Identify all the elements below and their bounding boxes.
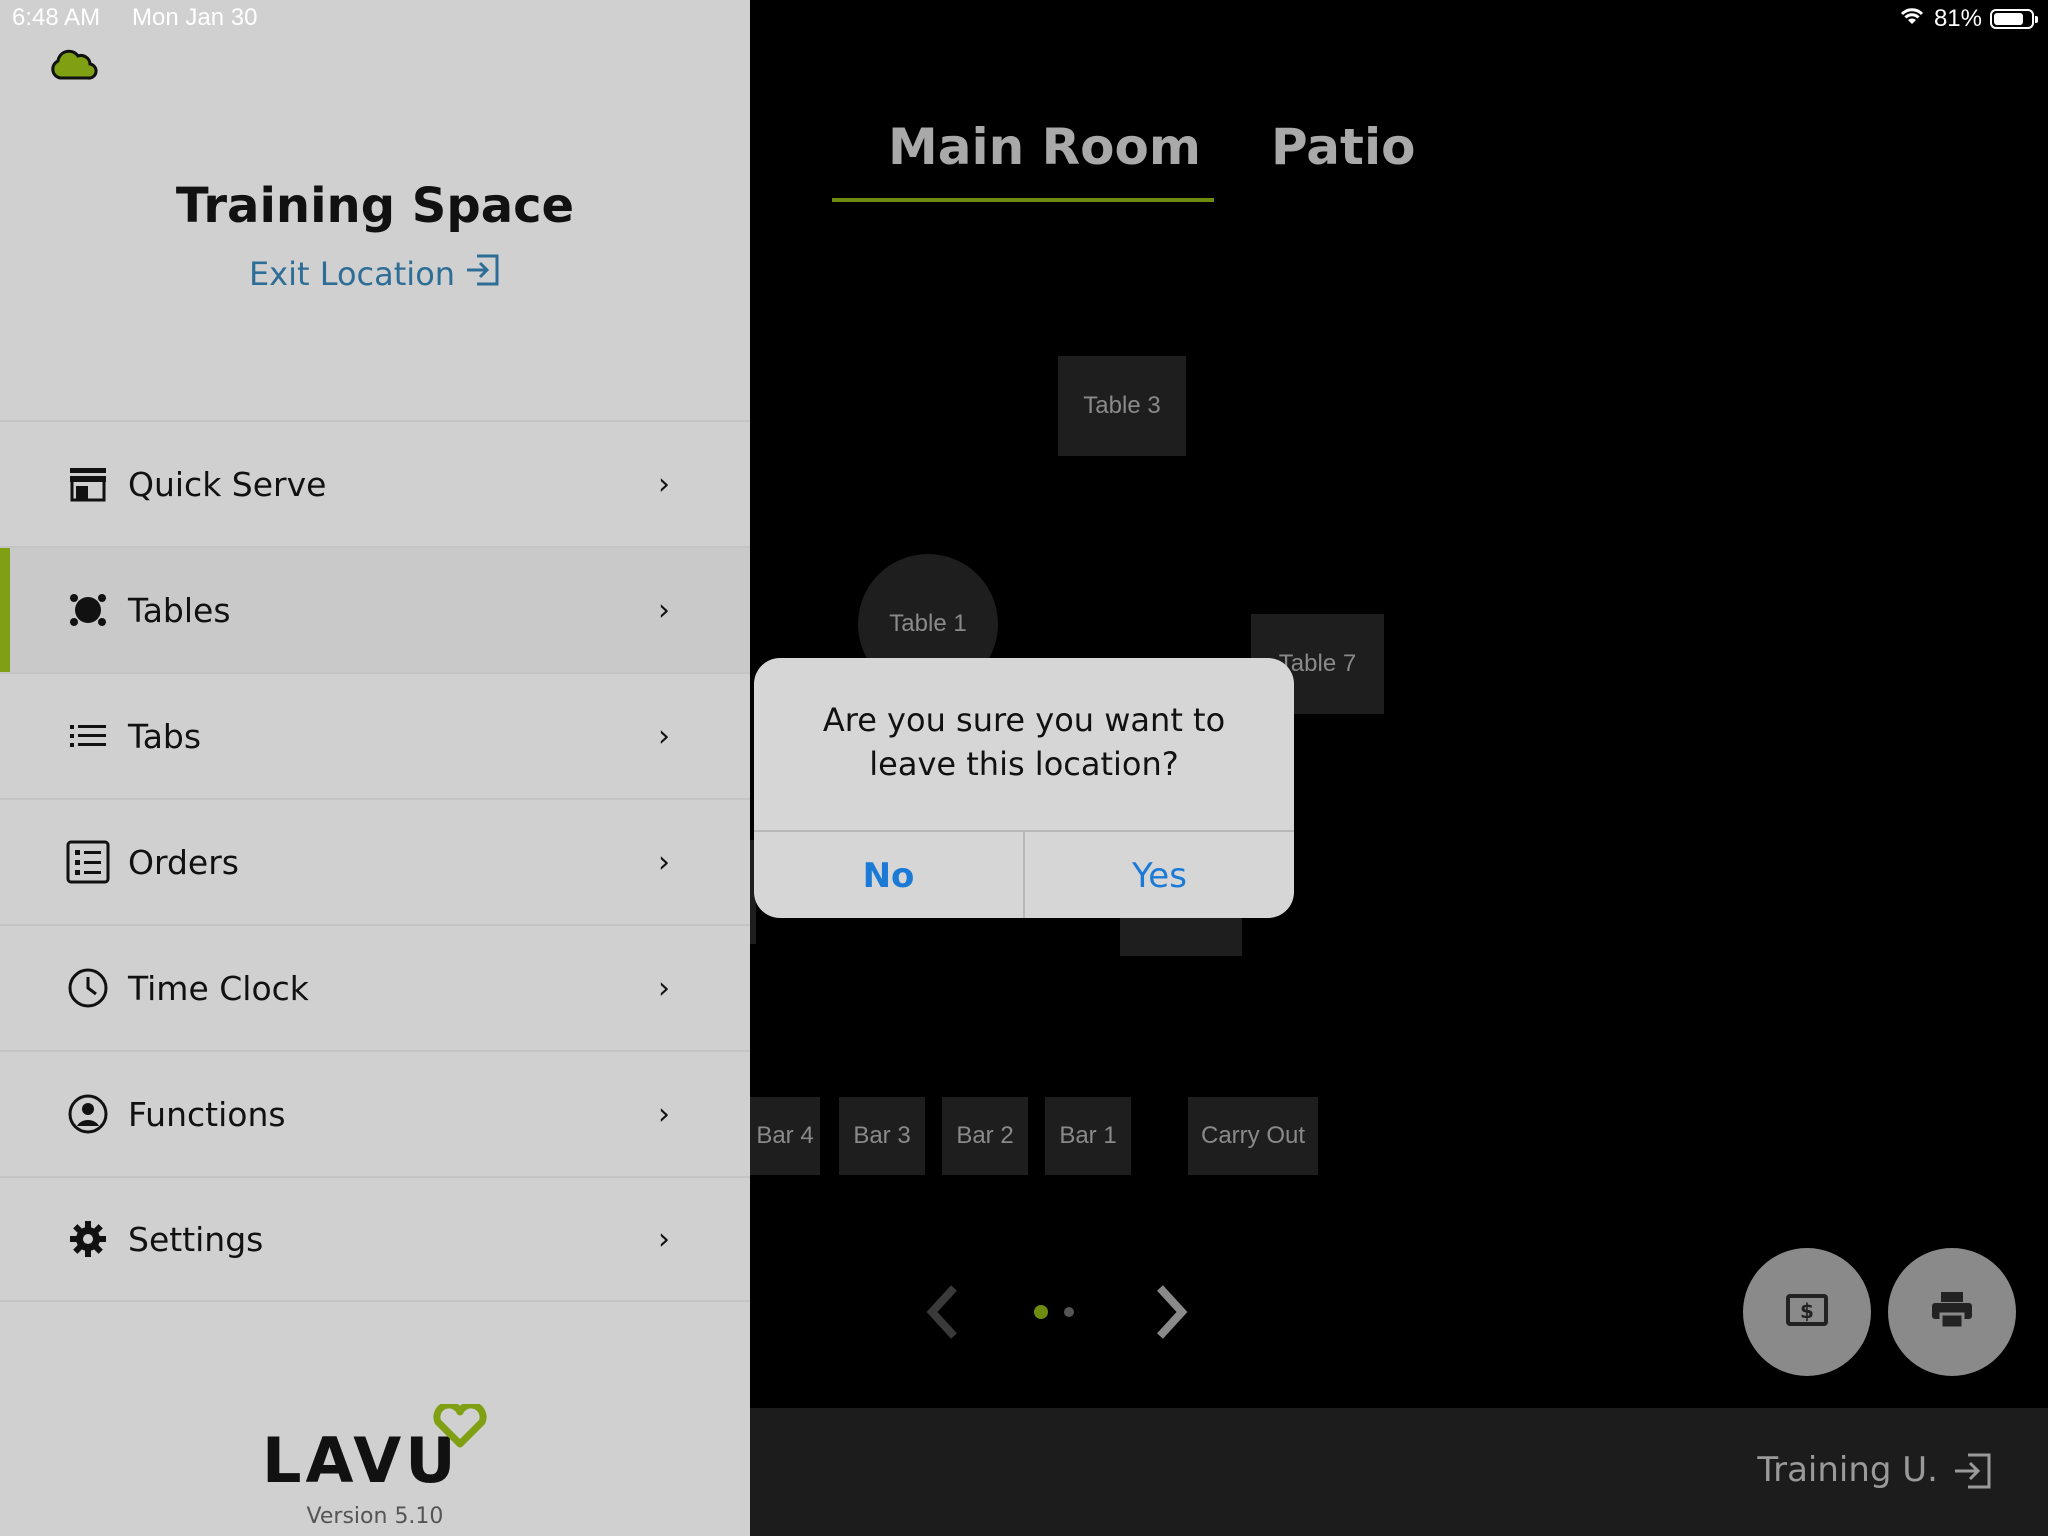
sidebar-item-label: Orders [128, 842, 239, 882]
confirm-dialog: Are you sure you want to leave this loca… [754, 658, 1294, 918]
no-button[interactable]: No [754, 832, 1025, 918]
chevron-right-icon: › [658, 592, 670, 628]
battery-icon [1990, 8, 2038, 29]
sidebar-item-label: Settings [128, 1219, 264, 1259]
bar-2[interactable]: Bar 2 [942, 1097, 1028, 1175]
sidebar-item-time-clock[interactable]: Time Clock › [0, 924, 750, 1050]
svg-text:$: $ [1800, 1299, 1814, 1323]
pager-dot [1064, 1307, 1074, 1317]
bar-4[interactable]: Bar 4 [750, 1097, 820, 1175]
status-time: 6:48 AM [12, 4, 101, 31]
clock-icon [66, 966, 110, 1010]
sidebar-item-label: Functions [128, 1094, 286, 1134]
sidebar-item-label: Tables [128, 590, 231, 630]
sidebar-item-tabs[interactable]: Tabs › [0, 672, 750, 798]
location-title: Training Space [175, 178, 575, 234]
chevron-right-icon: › [658, 466, 670, 502]
user-circle-icon [66, 1092, 110, 1136]
pager-dot-active [1034, 1305, 1048, 1319]
table-3[interactable]: Table 3 [1058, 356, 1186, 456]
status-right: 81% [1898, 4, 2038, 33]
logo-text: LAVU [262, 1424, 460, 1486]
tab-main-room[interactable]: Main Room [888, 118, 1201, 176]
sidebar-item-quick-serve[interactable]: Quick Serve › [0, 420, 750, 546]
current-user[interactable]: Training U. [1757, 1450, 1938, 1490]
sidebar-item-label: Quick Serve [128, 464, 327, 504]
battery-percent: 81% [1933, 4, 1982, 32]
wifi-icon [1898, 4, 1926, 33]
printer-icon [1930, 1290, 1974, 1334]
chevron-right-icon: › [658, 718, 670, 754]
chevron-right-icon: › [658, 970, 670, 1006]
chevron-left-icon[interactable] [920, 1282, 964, 1346]
chevron-right-icon: › [658, 844, 670, 880]
logout-icon[interactable] [1952, 1452, 1992, 1494]
sidebar-item-functions[interactable]: Functions › [0, 1050, 750, 1176]
dialog-message: Are you sure you want to leave this loca… [822, 701, 1226, 783]
yes-button[interactable]: Yes [1025, 832, 1294, 918]
tables-icon [66, 588, 110, 632]
cloud-icon[interactable] [48, 48, 98, 86]
lavu-logo: LAVU [262, 1401, 492, 1497]
print-button[interactable] [1888, 1248, 2016, 1376]
list-icon [66, 714, 110, 758]
sidebar-item-settings[interactable]: Settings › [0, 1176, 750, 1302]
carry-out[interactable]: Carry Out [1188, 1097, 1318, 1175]
gear-icon [66, 1217, 110, 1261]
chevron-right-icon: › [658, 1096, 670, 1132]
exit-location-label: Exit Location [248, 255, 456, 293]
app-version: Version 5.10 [306, 1504, 444, 1529]
sidebar-item-label: Time Clock [128, 968, 309, 1008]
sidebar-item-orders[interactable]: Orders › [0, 798, 750, 924]
bar-1[interactable]: Bar 1 [1045, 1097, 1131, 1175]
store-icon [66, 462, 110, 506]
orders-icon [66, 840, 110, 884]
sidebar-item-label: Tabs [128, 716, 202, 756]
status-date: Mon Jan 30 [132, 4, 258, 31]
bar-3[interactable]: Bar 3 [839, 1097, 925, 1175]
sidebar-item-tables[interactable]: Tables › [0, 546, 750, 672]
chevron-right-icon[interactable] [1150, 1282, 1194, 1346]
exit-location-link[interactable]: Exit Location [0, 252, 750, 296]
active-tab-indicator [832, 198, 1214, 202]
dialog-buttons: No Yes [754, 830, 1294, 918]
chevron-right-icon: › [658, 1221, 670, 1257]
cash-icon: $ [1785, 1293, 1829, 1331]
sidebar-menu: Quick Serve › Tables › Tabs › Orders › T… [0, 420, 750, 1302]
cash-drawer-button[interactable]: $ [1743, 1248, 1871, 1376]
tab-patio[interactable]: Patio [1271, 118, 1415, 176]
sidebar: Training Space Exit Location Quick Serve… [0, 0, 750, 1536]
exit-icon [463, 252, 501, 296]
